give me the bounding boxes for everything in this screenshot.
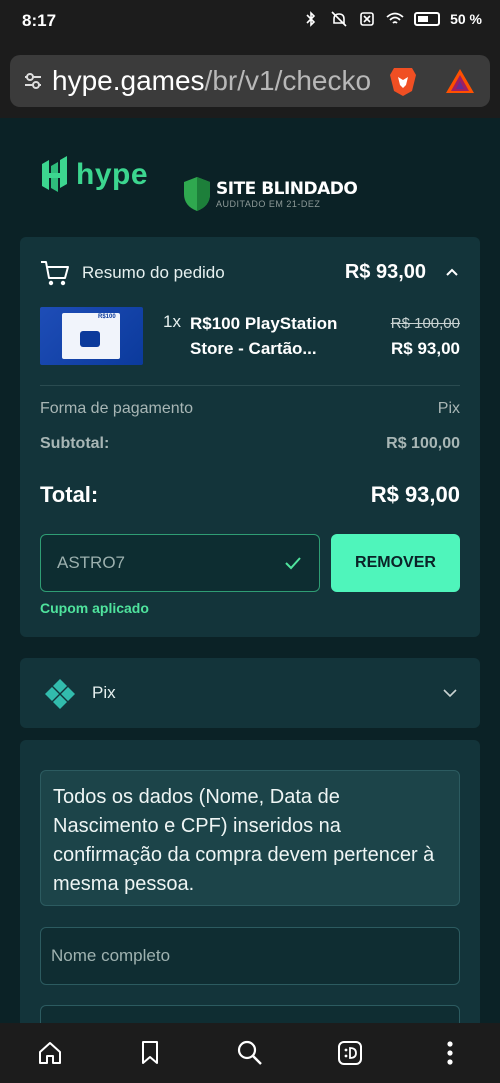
more-button[interactable] <box>430 1033 470 1073</box>
shield-icon <box>184 177 210 211</box>
battery-percent: 50 % <box>450 11 482 27</box>
status-bar: 8:17 50 % <box>0 0 500 42</box>
item-new-price: R$ 93,00 <box>391 339 460 358</box>
more-icon <box>447 1041 453 1065</box>
data-notice: Todos os dados (Nome, Data de Nascimento… <box>40 770 460 906</box>
mute-icon <box>331 11 347 27</box>
logo-text: hype <box>76 158 149 191</box>
pix-icon <box>45 679 75 709</box>
total-label: Total: <box>40 482 99 507</box>
hype-logo-icon <box>42 156 67 192</box>
search-button[interactable] <box>230 1033 270 1073</box>
payment-method-name: Pix <box>92 683 116 702</box>
badge-subtitle: AUDITADO EM 21-DEZ <box>216 199 321 209</box>
order-summary-title: Resumo do pedido <box>82 263 225 282</box>
bluetooth-icon <box>306 11 316 27</box>
site-blindado-badge: SITE BLINDADO AUDITADO EM 21-DEZ <box>182 176 358 212</box>
tune-icon[interactable] <box>22 70 44 92</box>
tabs-icon <box>338 1041 362 1065</box>
hype-logo[interactable]: hype <box>40 156 148 194</box>
item-old-price: R$ 100,00 <box>390 315 460 332</box>
total-value: R$ 93,00 <box>370 482 460 507</box>
coupon-code: ASTRO7 <box>57 553 126 572</box>
next-field[interactable] <box>40 1005 460 1023</box>
playstation-logo <box>80 331 100 347</box>
coupon-field[interactable]: ASTRO7 <box>40 534 320 592</box>
order-summary-header[interactable]: Resumo do pedido R$ 93,00 <box>40 259 460 289</box>
url-domain: hype.games <box>52 65 205 96</box>
divider <box>40 385 460 386</box>
product-image-tag: R$100 <box>98 314 116 320</box>
full-name-field[interactable]: Nome completo <box>40 927 460 985</box>
url-path: /br/v1/checko <box>204 65 372 96</box>
cart-icon <box>41 261 69 286</box>
home-icon <box>39 1042 61 1064</box>
no-sim-icon <box>360 12 374 26</box>
search-icon <box>237 1040 262 1065</box>
order-summary-total: R$ 93,00 <box>344 261 426 283</box>
browser-toolbar: hype.games/br/v1/checko <box>0 42 500 118</box>
remove-coupon-button[interactable]: REMOVER <box>331 534 460 592</box>
item-name: R$100 PlayStation Store - Cartão... <box>190 314 338 358</box>
bookmark-icon <box>142 1041 158 1064</box>
battery-icon <box>414 12 441 26</box>
chevron-up-icon[interactable] <box>444 264 460 280</box>
payment-method-value: Pix <box>437 400 460 417</box>
tabs-button[interactable] <box>330 1033 370 1073</box>
browser-bottom-nav <box>0 1023 500 1083</box>
wifi-icon <box>386 12 404 24</box>
checkout-page: hype SITE BLINDADO AUDITADO EM 21-DEZ Re… <box>0 118 500 1023</box>
bookmark-button[interactable] <box>130 1033 170 1073</box>
item-quantity: 1x <box>163 312 181 331</box>
brave-icon[interactable] <box>388 65 418 97</box>
payment-method-label: Forma de pagamento <box>40 400 193 417</box>
order-item: R$100 1x R$100 PlayStation Store - Cartã… <box>40 307 460 367</box>
home-button[interactable] <box>30 1033 70 1073</box>
address-bar[interactable]: hype.games/br/v1/checko <box>10 55 490 107</box>
chevron-down-icon[interactable] <box>442 686 458 700</box>
payment-method-selector[interactable]: Pix <box>20 658 480 728</box>
status-time: 8:17 <box>22 11 57 30</box>
full-name-placeholder: Nome completo <box>51 946 171 965</box>
badge-title: SITE BLINDADO <box>216 179 358 199</box>
subtotal-value: R$ 100,00 <box>386 435 460 452</box>
url-text[interactable]: hype.games/br/v1/checko <box>52 65 384 97</box>
order-summary-card: Resumo do pedido R$ 93,00 R$100 1x R$100… <box>20 237 480 637</box>
subtotal-label: Subtotal: <box>40 435 110 452</box>
buyer-form-card: Todos os dados (Nome, Data de Nascimento… <box>20 740 480 1023</box>
status-icons: 50 % <box>302 10 482 28</box>
bat-icon[interactable] <box>444 67 476 95</box>
product-image: R$100 <box>40 307 143 365</box>
check-icon <box>285 557 301 570</box>
coupon-status: Cupom aplicado <box>40 600 149 616</box>
